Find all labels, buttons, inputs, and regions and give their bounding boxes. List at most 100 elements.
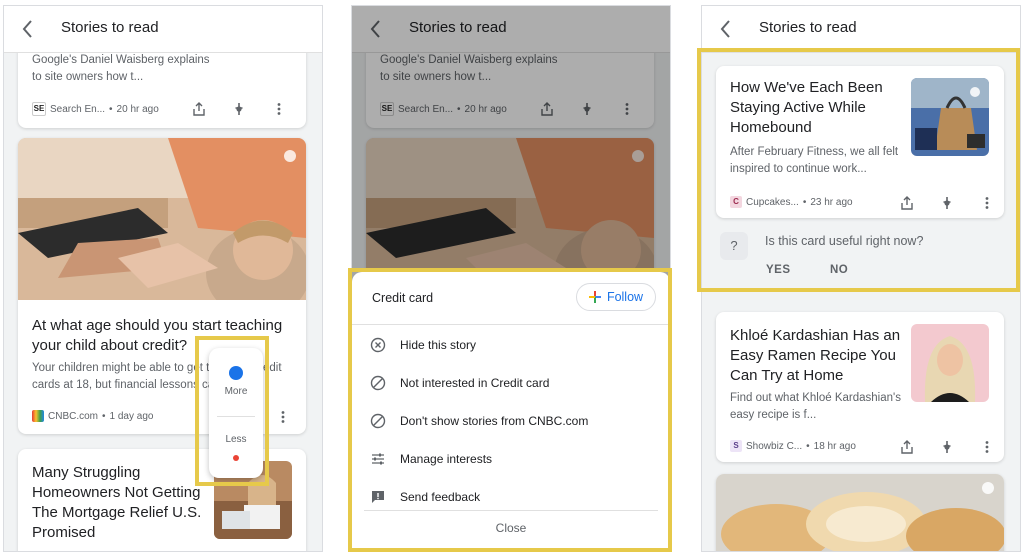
- story-time: 1 day ago: [109, 410, 154, 422]
- menu-label: Don't show stories from CNBC.com: [400, 414, 589, 428]
- more-vert-icon: [281, 411, 285, 423]
- story-card-khloe[interactable]: Khloé Kardashian Has an Easy Ramen Recip…: [716, 312, 1004, 462]
- menu-label: Manage interests: [400, 452, 493, 466]
- back-button[interactable]: [716, 17, 736, 41]
- no-button[interactable]: NO: [830, 264, 848, 276]
- meta-separator: •: [802, 196, 807, 208]
- story-actions: [170, 98, 290, 120]
- yes-button[interactable]: YES: [766, 264, 791, 276]
- share-button[interactable]: [896, 192, 918, 214]
- menu-hide-story[interactable]: Hide this story: [352, 326, 670, 364]
- more-options-button[interactable]: [976, 436, 998, 458]
- more-options-button[interactable]: [272, 406, 294, 428]
- story-card-search-engine[interactable]: Google's Daniel Waisberg explains to sit…: [18, 40, 306, 128]
- story-snippet: After February Fitness, we all felt insp…: [730, 146, 899, 175]
- interest-icon: [235, 103, 243, 115]
- story-meta: CNBC.com • 1 day ago: [32, 410, 153, 422]
- share-icon: [901, 440, 913, 454]
- follow-button[interactable]: Follow: [576, 283, 656, 311]
- source-name: Showbiz C...: [746, 440, 803, 452]
- source-favicon: C: [730, 196, 742, 208]
- story-headline: Khloé Kardashian Has an Easy Ramen Recip…: [730, 327, 901, 384]
- story-meta: SE Search En... • 20 hr ago: [32, 102, 159, 116]
- interest-button[interactable]: [228, 98, 250, 120]
- meta-separator: •: [102, 410, 106, 422]
- story-snippet: Google's Daniel Waisberg explains to sit…: [32, 54, 210, 83]
- menu-label: Not interested in Credit card: [400, 376, 550, 390]
- story-actions: [878, 192, 998, 214]
- story-image: [18, 138, 306, 300]
- menu-manage-interests[interactable]: Manage interests: [352, 440, 670, 478]
- source-name: Search En...: [50, 103, 106, 115]
- more-vert-icon: [277, 103, 281, 115]
- block-icon: [370, 413, 386, 429]
- story-image: [716, 474, 1004, 551]
- story-card-bread[interactable]: [716, 474, 1004, 551]
- follow-label: Follow: [606, 290, 644, 304]
- story-headline: Many Struggling Homeowners Not Getting T…: [32, 464, 202, 541]
- menu-not-interested[interactable]: Not interested in Credit card: [352, 364, 670, 402]
- feedback-survey: ? Is this card useful right now? YES NO: [716, 224, 1004, 286]
- story-headline: How We've Each Been Staying Active While…: [730, 79, 883, 136]
- story-time: 18 hr ago: [813, 440, 856, 452]
- share-icon: [901, 196, 913, 210]
- share-button[interactable]: [188, 98, 210, 120]
- meta-separator: •: [806, 440, 810, 452]
- interest-icon: [943, 441, 951, 453]
- more-button[interactable]: More: [209, 358, 263, 397]
- interest-button[interactable]: [936, 436, 958, 458]
- screen-options-sheet: Stories to read Google's Daniel Waisberg…: [351, 5, 671, 552]
- story-card-homebound[interactable]: How We've Each Been Staying Active While…: [716, 66, 1004, 218]
- close-button[interactable]: Close: [364, 510, 658, 545]
- meta-separator: •: [109, 103, 113, 115]
- block-icon: [370, 375, 386, 391]
- more-vert-icon: [985, 441, 989, 453]
- plus-icon: [588, 291, 601, 303]
- question-icon: ?: [720, 232, 748, 260]
- page-title: Stories to read: [759, 19, 857, 36]
- story-meta: S Showbiz C... • 18 hr ago: [730, 440, 856, 452]
- back-button[interactable]: [18, 17, 38, 41]
- share-icon: [193, 102, 205, 116]
- story-time: 20 hr ago: [116, 103, 159, 115]
- more-less-popover: More Less: [209, 348, 263, 478]
- more-label: More: [224, 386, 248, 397]
- feedback-icon: [372, 491, 384, 503]
- back-arrow-icon: [22, 20, 32, 38]
- top-bar: Stories to read: [4, 6, 322, 53]
- menu-label: Send feedback: [400, 490, 481, 504]
- story-actions: [878, 436, 998, 458]
- share-button[interactable]: [896, 436, 918, 458]
- less-label: Less: [225, 434, 247, 445]
- options-bottom-sheet: Credit card Follow Hide this story Not i…: [352, 272, 670, 551]
- top-bar: Stories to read: [702, 6, 1020, 53]
- less-button[interactable]: Less: [209, 434, 263, 461]
- story-snippet: Find out what Khloé Kardashian's easy re…: [730, 392, 901, 421]
- story-thumbnail: [911, 324, 989, 402]
- more-vert-icon: [985, 197, 989, 209]
- page-title: Stories to read: [61, 19, 159, 36]
- screen-feed-more-less: Stories to read Google's Daniel Waisberg…: [3, 5, 323, 552]
- source-favicon: S: [730, 440, 742, 452]
- popover-divider: [217, 416, 255, 417]
- sheet-header: Credit card Follow: [352, 272, 670, 325]
- more-options-button[interactable]: [268, 98, 290, 120]
- back-arrow-icon: [720, 20, 730, 38]
- story-meta: C Cupcakes... • 23 hr ago: [730, 196, 853, 208]
- more-dot-icon: [229, 366, 243, 380]
- sheet-title: Credit card: [372, 291, 434, 305]
- story-time: 23 hr ago: [810, 196, 853, 208]
- story-thumbnail: [911, 78, 989, 156]
- source-favicon: SE: [32, 102, 46, 116]
- source-name: Cupcakes...: [746, 196, 799, 208]
- screen-feedback-survey: Stories to read How We've Each Been Stay…: [701, 5, 1021, 552]
- source-favicon: [32, 410, 44, 422]
- less-dot-icon: [233, 455, 239, 461]
- interest-icon: [943, 197, 951, 209]
- tune-icon: [372, 453, 384, 465]
- source-name: CNBC.com: [48, 410, 99, 422]
- interest-button[interactable]: [936, 192, 958, 214]
- menu-dont-show-source[interactable]: Don't show stories from CNBC.com: [352, 402, 670, 440]
- survey-question: Is this card useful right now?: [765, 234, 924, 248]
- more-options-button[interactable]: [976, 192, 998, 214]
